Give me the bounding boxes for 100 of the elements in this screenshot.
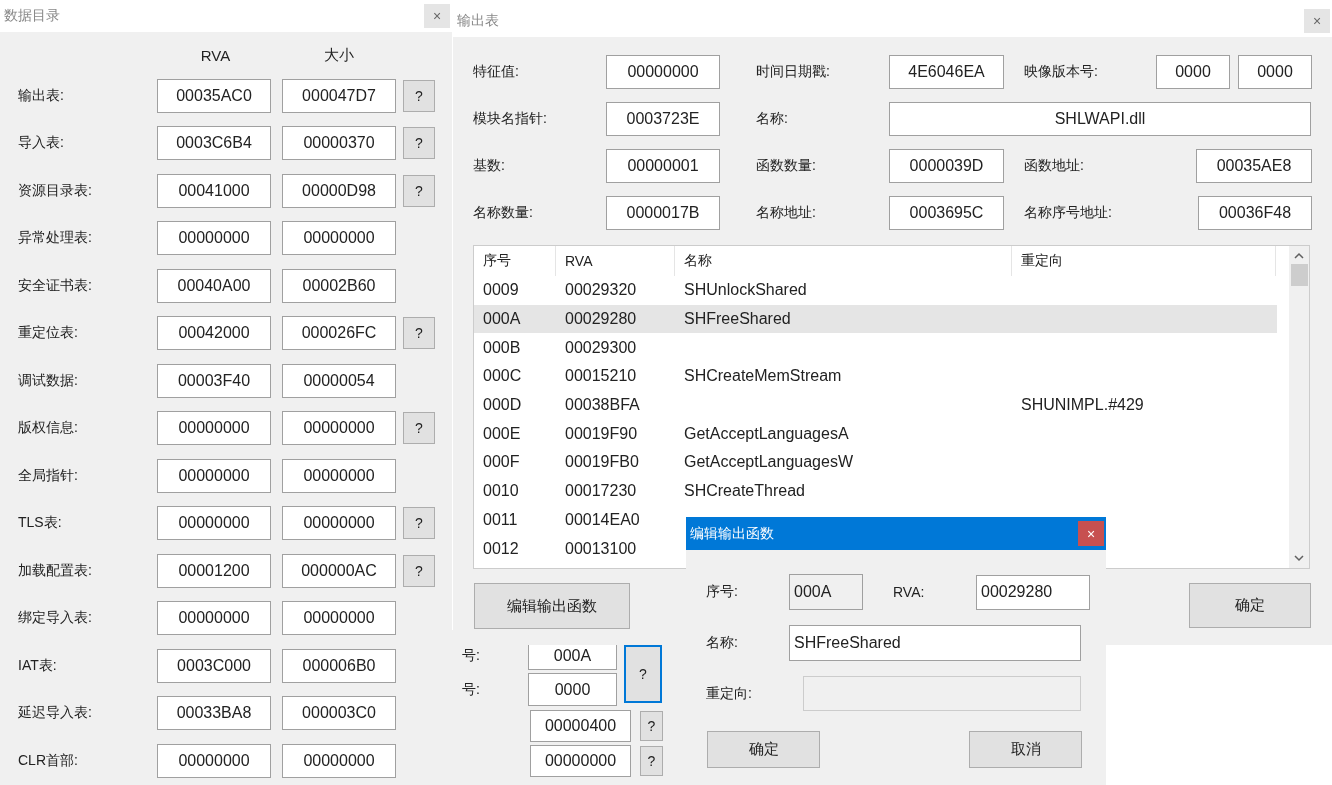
column-header[interactable]: 重定向: [1012, 246, 1276, 276]
size-field[interactable]: 00000000: [282, 743, 396, 778]
text-field[interactable]: 0000039D: [889, 149, 1004, 183]
scrollbar[interactable]: [1289, 246, 1309, 568]
table-cell-text: 000F: [482, 453, 521, 472]
rva-field[interactable]: 00000000: [157, 411, 271, 445]
rva-field[interactable]: 00000000: [157, 743, 271, 778]
size-field[interactable]: 00000000: [282, 221, 396, 255]
size-field[interactable]: 00000000: [282, 506, 396, 540]
scrollbar-thumb[interactable]: [1290, 264, 1308, 286]
text-field[interactable]: 00000001: [606, 149, 720, 183]
field-label: 加载配置表:: [18, 561, 93, 580]
list-row[interactable]: 000A 00029280 SHFreeShared: [474, 304, 1277, 334]
column-header[interactable]: RVA: [556, 246, 675, 276]
help-button[interactable]: ?: [403, 507, 435, 539]
help-button[interactable]: ?: [403, 412, 435, 444]
size-field[interactable]: 00000000: [282, 411, 396, 445]
table-cell-text: 000D: [482, 396, 523, 415]
field-label: 映像版本号:: [1024, 63, 1099, 81]
list-row[interactable]: 0010 00017230 SHCreateThread: [474, 476, 1277, 506]
size-field[interactable]: 000047D7: [282, 78, 396, 113]
cancel-button[interactable]: 取消: [969, 731, 1082, 768]
text-field[interactable]: 0003723E: [606, 102, 720, 136]
size-field[interactable]: 000003C0: [282, 696, 396, 730]
field-label: 调试数据:: [18, 371, 79, 390]
help-button[interactable]: ?: [403, 79, 435, 112]
rva-field[interactable]: 00000000: [157, 506, 271, 540]
table-cell-text: 000A: [482, 310, 522, 329]
text-field[interactable]: SHFreeShared: [789, 625, 1081, 661]
field-label: CLR首部:: [18, 751, 79, 770]
rva-field[interactable]: 00042000: [157, 316, 271, 350]
size-field[interactable]: 000006B0: [282, 648, 396, 683]
text-field[interactable]: 00036F48: [1198, 196, 1312, 230]
rva-field[interactable]: 00000000: [157, 601, 271, 635]
text-field[interactable]: 00035AE8: [1196, 149, 1312, 183]
text-field[interactable]: 00000000: [606, 55, 720, 89]
size-field[interactable]: 000026FC: [282, 316, 396, 350]
close-button[interactable]: ×: [1304, 9, 1330, 33]
field-label: TLS表:: [18, 514, 63, 532]
rva-field[interactable]: 00035AC0: [157, 78, 271, 113]
text-field[interactable]: 0000: [1238, 55, 1312, 89]
table-cell-text: 00029280: [564, 310, 638, 329]
list-row[interactable]: 000D 00038BFA SHUNIMPL.#429: [474, 390, 1277, 420]
table-cell-text: GetAcceptLanguagesA: [683, 424, 850, 443]
table-cell-text: 000E: [482, 424, 522, 443]
help-button[interactable]: ?: [640, 746, 663, 776]
size-field[interactable]: 000000AC: [282, 553, 396, 588]
field-label: 号:: [462, 680, 481, 699]
field-label: 全局指针:: [18, 466, 79, 485]
column-header: 大小: [323, 46, 354, 65]
rva-field[interactable]: 00040A00: [157, 268, 271, 303]
size-field[interactable]: 00000000: [282, 458, 396, 493]
text-field[interactable]: 0000: [528, 673, 617, 706]
rva-field[interactable]: 00001200: [157, 553, 271, 588]
text-field[interactable]: SHLWAPI.dll: [889, 102, 1311, 136]
column-header[interactable]: 名称: [675, 246, 1012, 276]
rva-field[interactable]: 0003C000: [157, 648, 271, 683]
size-field[interactable]: 00000370: [282, 126, 396, 160]
ok-button[interactable]: 确定: [1189, 583, 1311, 628]
ok-button[interactable]: 确定: [707, 731, 820, 768]
help-button[interactable]: ?: [640, 711, 663, 741]
text-field[interactable]: 4E6046EA: [889, 55, 1004, 89]
text-field[interactable]: 000A: [789, 574, 863, 610]
help-button[interactable]: ?: [403, 127, 435, 159]
list-row[interactable]: 000C 00015210 SHCreateMemStream: [474, 362, 1277, 391]
close-button[interactable]: ×: [424, 4, 450, 28]
size-field[interactable]: 00000D98: [282, 173, 396, 208]
rva-field[interactable]: 00000000: [157, 458, 271, 493]
table-cell-text: 0011: [482, 510, 519, 529]
help-button[interactable]: ?: [403, 554, 435, 587]
text-field[interactable]: 00029280: [976, 574, 1090, 610]
text-field[interactable]: 0000: [1156, 55, 1230, 89]
window-title: 数据目录: [4, 7, 60, 25]
field-label: 资源目录表:: [18, 181, 93, 200]
size-field[interactable]: 00002B60: [282, 268, 396, 303]
help-button[interactable]: ?: [624, 645, 662, 703]
field-label: 函数数量:: [756, 157, 817, 175]
list-row[interactable]: 000E 00019F90 GetAcceptLanguagesA: [474, 419, 1277, 449]
rva-field[interactable]: 00000000: [157, 221, 271, 255]
field-label: 名称:: [706, 634, 739, 652]
help-button[interactable]: ?: [403, 174, 435, 207]
text-field[interactable]: 00000400: [530, 710, 631, 742]
size-field[interactable]: 00000054: [282, 363, 396, 398]
help-button[interactable]: ?: [403, 317, 435, 349]
list-row[interactable]: 0009 00029320 SHUnlockShared: [474, 276, 1277, 305]
field-label: 重定位表:: [18, 324, 79, 342]
text-field[interactable]: 0000017B: [606, 196, 720, 230]
column-header[interactable]: 序号: [474, 246, 556, 276]
rva-field[interactable]: 00003F40: [157, 363, 271, 398]
edit-button[interactable]: 编辑输出函数: [474, 583, 630, 629]
size-field[interactable]: 00000000: [282, 601, 396, 635]
rva-field[interactable]: 0003C6B4: [157, 126, 271, 160]
rva-field[interactable]: 00033BA8: [157, 696, 271, 730]
list-row[interactable]: 000F 00019FB0 GetAcceptLanguagesW: [474, 448, 1277, 477]
rva-field[interactable]: 00041000: [157, 173, 271, 208]
list-row[interactable]: 000B 00029300: [474, 333, 1277, 363]
table-cell-text: 00038BFA: [564, 396, 641, 415]
text-field[interactable]: 0003695C: [889, 196, 1004, 230]
close-button[interactable]: ×: [1078, 521, 1104, 546]
text-field[interactable]: 00000000: [530, 745, 631, 777]
